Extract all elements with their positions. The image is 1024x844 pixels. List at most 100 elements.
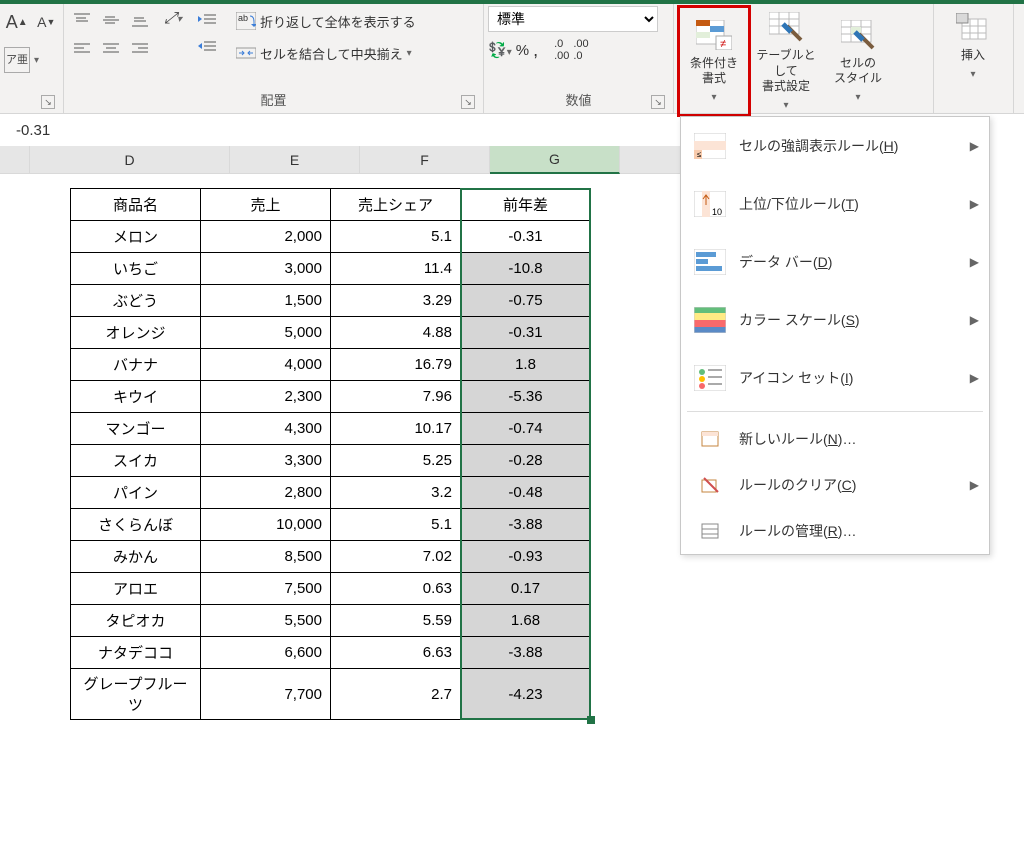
align-left-button[interactable] <box>68 35 96 63</box>
table-row[interactable]: パイン2,8003.2-0.48 <box>71 477 591 509</box>
fill-handle[interactable] <box>587 716 595 724</box>
table-cell[interactable]: 3,000 <box>201 253 331 285</box>
data-table[interactable]: 商品名売上売上シェア前年差メロン2,0005.1-0.31いちご3,00011.… <box>70 188 591 720</box>
table-cell[interactable]: いちご <box>71 253 201 285</box>
orientation-button[interactable]: ⤢▾ <box>160 6 186 32</box>
table-cell[interactable]: 7,700 <box>201 669 331 720</box>
table-cell[interactable]: -0.93 <box>461 541 591 573</box>
table-cell[interactable]: 2,000 <box>201 221 331 253</box>
table-cell[interactable]: 6.63 <box>331 637 461 669</box>
table-cell[interactable]: ナタデココ <box>71 637 201 669</box>
increase-font-icon[interactable]: A▲ <box>4 9 30 35</box>
table-cell[interactable]: 7,500 <box>201 573 331 605</box>
table-cell[interactable]: みかん <box>71 541 201 573</box>
table-cell[interactable]: 3,300 <box>201 445 331 477</box>
table-cell[interactable]: 10,000 <box>201 509 331 541</box>
menu-item[interactable]: データ バー(D)▶ <box>681 233 989 291</box>
table-row[interactable]: ぶどう1,5003.29-0.75 <box>71 285 591 317</box>
table-row[interactable]: オレンジ5,0004.88-0.31 <box>71 317 591 349</box>
table-cell[interactable]: アロエ <box>71 573 201 605</box>
table-cell[interactable]: -0.75 <box>461 285 591 317</box>
comma-format-button[interactable]: , <box>533 40 538 61</box>
table-cell[interactable]: -0.31 <box>461 317 591 349</box>
table-cell[interactable]: 16.79 <box>331 349 461 381</box>
table-cell[interactable]: 4,300 <box>201 413 331 445</box>
table-cell[interactable]: -3.88 <box>461 509 591 541</box>
table-row[interactable]: ナタデココ6,6006.63-3.88 <box>71 637 591 669</box>
table-cell[interactable]: 7.02 <box>331 541 461 573</box>
table-cell[interactable]: 6,600 <box>201 637 331 669</box>
table-cell[interactable]: さくらんぼ <box>71 509 201 541</box>
table-cell[interactable]: 7.96 <box>331 381 461 413</box>
table-row[interactable]: キウイ2,3007.96-5.36 <box>71 381 591 413</box>
table-cell[interactable]: 1.68 <box>461 605 591 637</box>
dialog-launcher-icon[interactable]: ↘ <box>41 95 55 109</box>
table-cell[interactable]: 1,500 <box>201 285 331 317</box>
merge-center-button[interactable]: セルを結合して中央揃え ▾ <box>232 38 420 68</box>
menu-item[interactable]: 新しいルール(N)… <box>681 416 989 462</box>
align-top-button[interactable] <box>68 6 96 34</box>
table-row[interactable]: アロエ7,5000.630.17 <box>71 573 591 605</box>
table-cell[interactable]: 11.4 <box>331 253 461 285</box>
table-cell[interactable]: -4.23 <box>461 669 591 720</box>
table-cell[interactable]: 3.2 <box>331 477 461 509</box>
cell-styles-button[interactable]: セルの スタイル▾ <box>822 6 894 116</box>
table-cell[interactable]: キウイ <box>71 381 201 413</box>
table-cell[interactable]: -0.48 <box>461 477 591 509</box>
table-cell[interactable]: -10.8 <box>461 253 591 285</box>
column-header[interactable]: D <box>30 146 230 174</box>
table-cell[interactable]: ぶどう <box>71 285 201 317</box>
table-cell[interactable]: バナナ <box>71 349 201 381</box>
table-cell[interactable]: -0.31 <box>461 221 591 253</box>
column-header[interactable]: F <box>360 146 490 174</box>
phonetic-guide-button[interactable]: ア亜 <box>4 47 30 73</box>
increase-indent-button[interactable] <box>194 33 220 59</box>
increase-decimal-button[interactable]: .0.00 <box>554 38 569 62</box>
table-row[interactable]: みかん8,5007.02-0.93 <box>71 541 591 573</box>
table-cell[interactable]: 5,000 <box>201 317 331 349</box>
number-format-select[interactable]: 標準 <box>488 6 658 32</box>
table-row[interactable]: スイカ3,3005.25-0.28 <box>71 445 591 477</box>
table-cell[interactable]: マンゴー <box>71 413 201 445</box>
column-header[interactable] <box>0 146 30 174</box>
table-row[interactable]: グレープフルーツ7,7002.7-4.23 <box>71 669 591 720</box>
table-cell[interactable]: 3.29 <box>331 285 461 317</box>
table-row[interactable]: バナナ4,00016.791.8 <box>71 349 591 381</box>
menu-item[interactable]: ルールの管理(R)… <box>681 508 989 554</box>
table-cell[interactable]: パイン <box>71 477 201 509</box>
align-right-button[interactable] <box>126 35 154 63</box>
menu-item[interactable]: カラー スケール(S)▶ <box>681 291 989 349</box>
table-cell[interactable]: 8,500 <box>201 541 331 573</box>
table-cell[interactable]: タピオカ <box>71 605 201 637</box>
decrease-font-icon[interactable]: A▼ <box>34 9 60 35</box>
table-cell[interactable]: 4.88 <box>331 317 461 349</box>
align-middle-button[interactable] <box>97 6 125 34</box>
column-header[interactable]: E <box>230 146 360 174</box>
table-cell[interactable]: 0.17 <box>461 573 591 605</box>
menu-item[interactable]: 10上位/下位ルール(T)▶ <box>681 175 989 233</box>
dialog-launcher-icon[interactable]: ↘ <box>461 95 475 109</box>
table-row[interactable]: いちご3,00011.4-10.8 <box>71 253 591 285</box>
table-cell[interactable]: グレープフルーツ <box>71 669 201 720</box>
table-row[interactable]: タピオカ5,5005.591.68 <box>71 605 591 637</box>
table-cell[interactable]: -3.88 <box>461 637 591 669</box>
table-cell[interactable]: 1.8 <box>461 349 591 381</box>
menu-item[interactable]: ≤セルの強調表示ルール(H)▶ <box>681 117 989 175</box>
table-cell[interactable]: 5.25 <box>331 445 461 477</box>
insert-button[interactable]: 挿入▾ <box>938 6 1008 85</box>
table-cell[interactable]: 10.17 <box>331 413 461 445</box>
wrap-text-button[interactable]: ab 折り返して全体を表示する <box>232 6 420 36</box>
table-cell[interactable]: 0.63 <box>331 573 461 605</box>
table-cell[interactable]: 2,300 <box>201 381 331 413</box>
table-header[interactable]: 商品名 <box>71 189 201 221</box>
table-cell[interactable]: 5.1 <box>331 509 461 541</box>
table-row[interactable]: メロン2,0005.1-0.31 <box>71 221 591 253</box>
table-row[interactable]: マンゴー4,30010.17-0.74 <box>71 413 591 445</box>
chevron-down-icon[interactable]: ▾ <box>34 55 39 66</box>
table-cell[interactable]: 5,500 <box>201 605 331 637</box>
accounting-format-button[interactable]: 💱▾ <box>488 41 512 59</box>
column-header[interactable]: G <box>490 146 620 174</box>
conditional-format-button[interactable]: ≠ 条件付き 書式▾ <box>678 6 750 116</box>
table-cell[interactable]: 4,000 <box>201 349 331 381</box>
table-cell[interactable]: 2,800 <box>201 477 331 509</box>
